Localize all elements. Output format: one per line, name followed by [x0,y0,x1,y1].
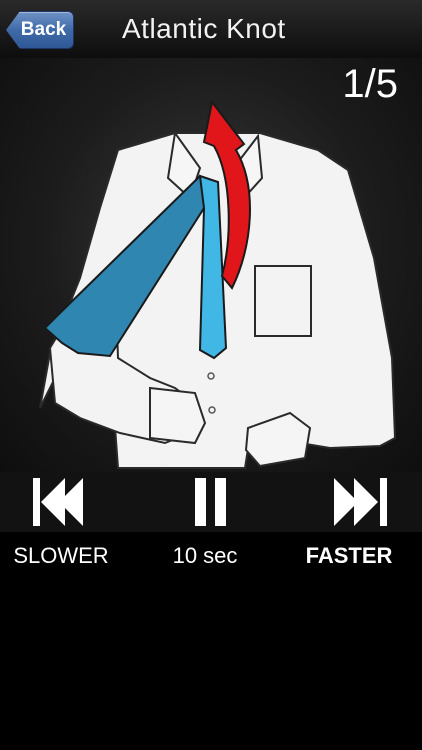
shirt-pocket [254,265,312,337]
page-title: Atlantic Knot [122,13,286,44]
shirt-tie-illustration [39,99,397,469]
skip-back-icon[interactable] [33,476,89,528]
pause-icon[interactable] [193,476,229,528]
interval-label: 10 sec [172,543,238,568]
step-counter: 1/5 [342,62,398,106]
slower-button[interactable]: SLOWER [0,543,122,569]
nav-bar: Back Atlantic Knot [0,0,422,59]
skip-forward-icon[interactable] [334,476,390,528]
back-button[interactable]: Back [6,11,74,49]
left-cuff [149,386,207,445]
faster-button[interactable]: FASTER [290,543,408,569]
